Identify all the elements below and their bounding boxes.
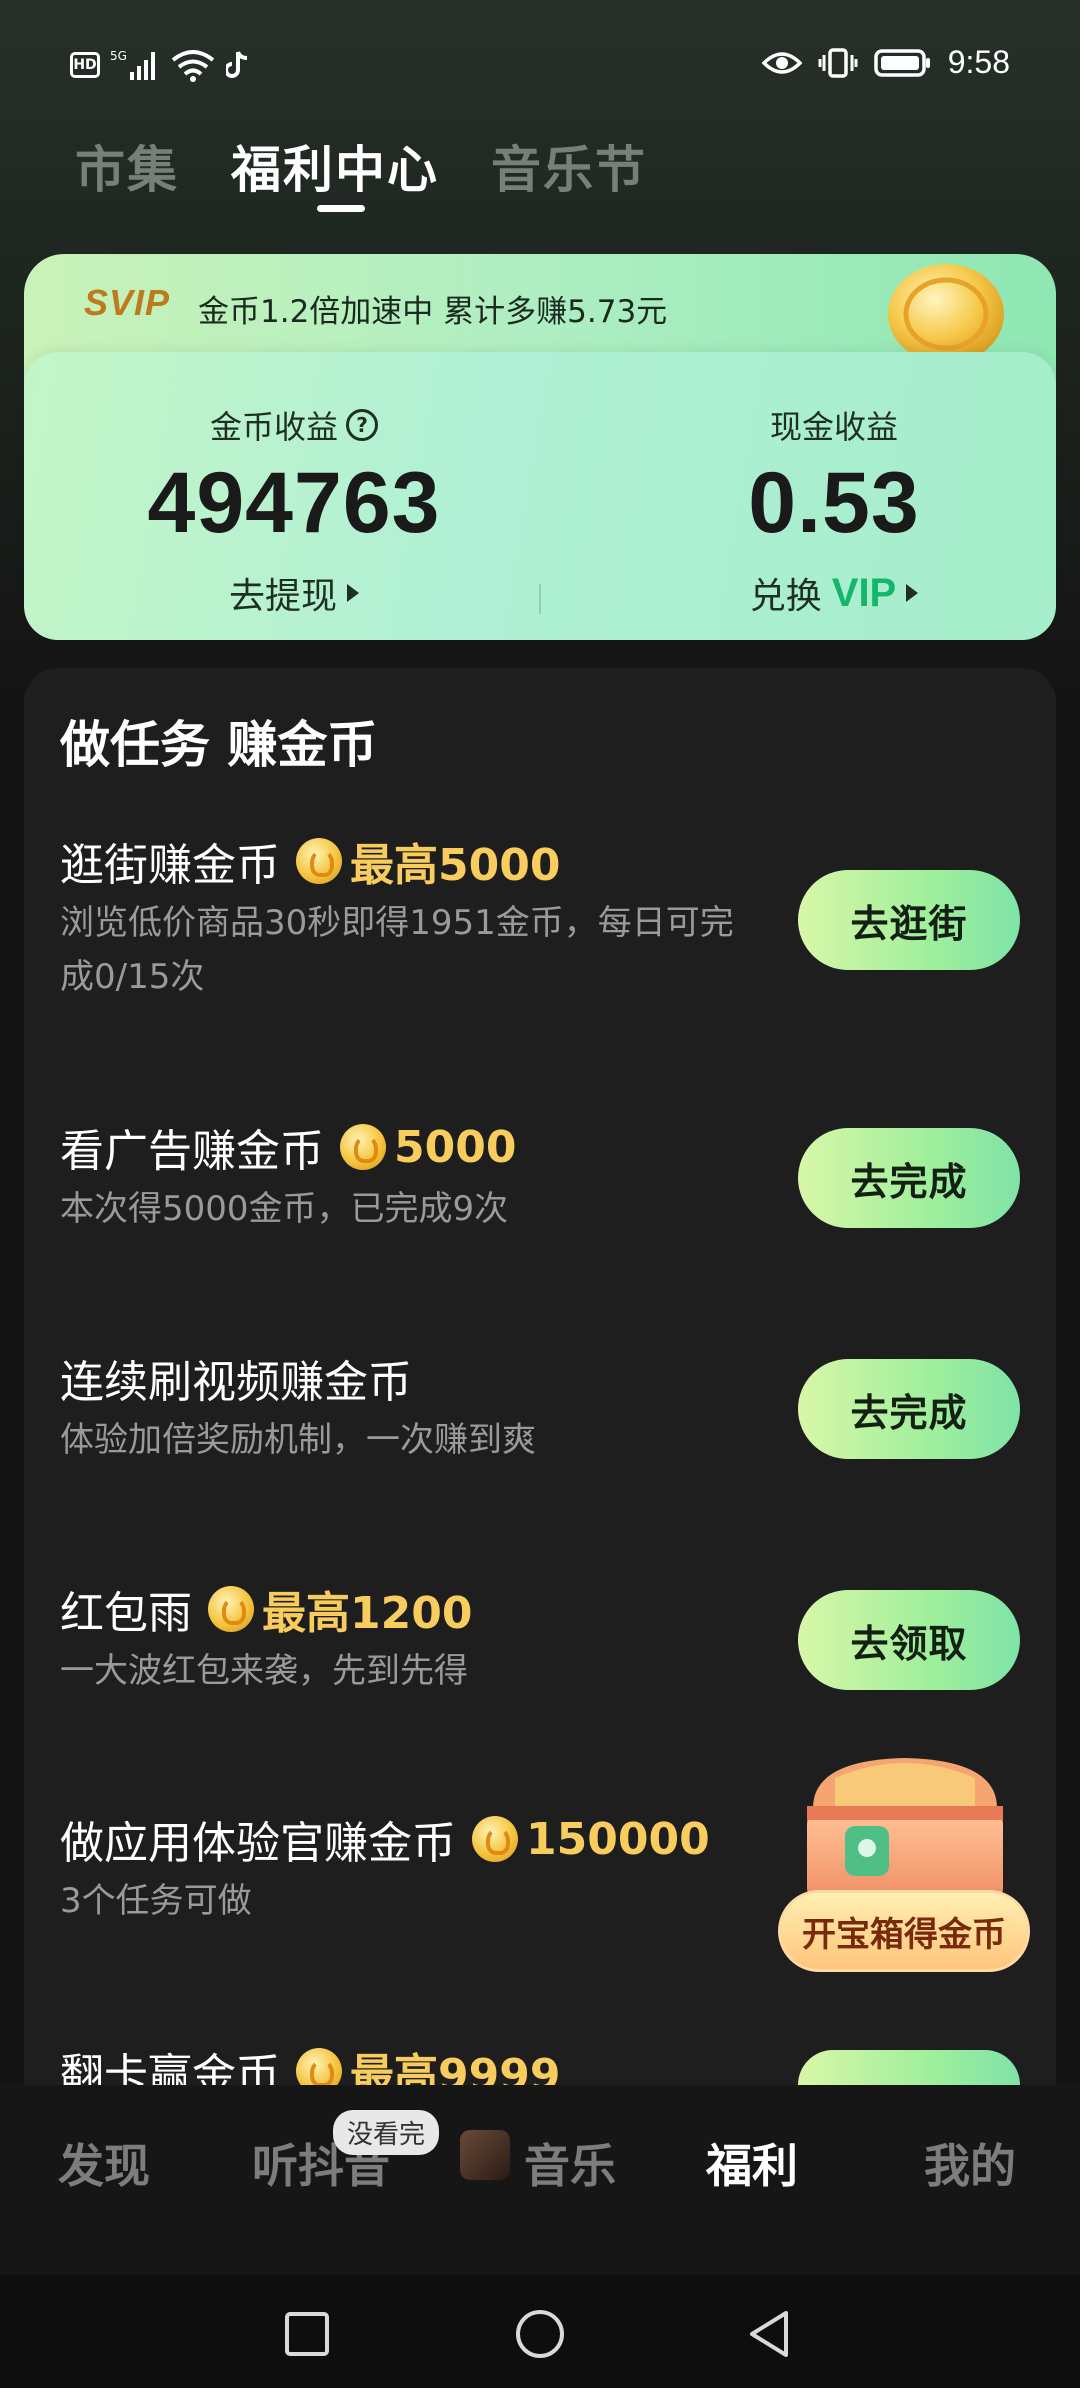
recent-apps-icon[interactable]	[284, 2311, 330, 2357]
svip-logo: SVIP	[84, 282, 171, 323]
card-divider	[539, 584, 541, 614]
treasure-chest-icon[interactable]	[785, 1748, 1025, 1908]
home-icon[interactable]	[515, 2309, 565, 2359]
top-tabs: 市集 福利中心 音乐节	[75, 130, 647, 202]
nav-discover[interactable]: 发现	[58, 2130, 150, 2196]
wifi-icon	[171, 50, 215, 82]
go-shopping-button[interactable]: 去逛街	[798, 870, 1020, 970]
complete-video-task-button[interactable]: 去完成	[798, 1359, 1020, 1459]
exchange-label: 兑换	[749, 576, 822, 617]
clock: 9:58	[947, 44, 1010, 80]
vibrate-icon	[818, 47, 858, 78]
help-icon[interactable]: ?	[346, 409, 378, 441]
cash-earnings-label: 现金收益	[769, 408, 898, 446]
coin-icon	[472, 1816, 518, 1862]
earnings-card: 金币收益 ? 494763 去提现 现金收益 0.53 兑换 VIP	[24, 352, 1056, 640]
exchange-vip-link[interactable]: 兑换 VIP	[624, 567, 1044, 619]
task-title: 红包雨	[60, 1588, 192, 1639]
coin-icon	[296, 2048, 342, 2085]
active-tab-indicator	[317, 205, 365, 212]
coin-icon	[208, 1586, 254, 1632]
chevron-right-icon	[906, 584, 919, 602]
unwatched-badge: 没看完	[333, 2110, 440, 2155]
nav-music[interactable]: 音乐	[524, 2130, 616, 2196]
withdraw-label: 去提现	[228, 576, 337, 617]
coin-icon	[296, 838, 342, 884]
coin-earnings-label: 金币收益	[209, 408, 338, 446]
flip-card-button[interactable]	[798, 2050, 1020, 2085]
task-title: 连续刷视频赚金币	[60, 1357, 412, 1408]
system-nav-bar	[0, 2275, 1080, 2388]
task-description: 3个任务可做	[60, 1881, 252, 1921]
task-reward: 最高9999	[350, 2050, 561, 2085]
task-description: 浏览低价商品30秒即得1951金币，每日可完成0/15次	[60, 903, 734, 997]
task-title: 逛街赚金币	[60, 840, 280, 891]
vip-label: VIP	[831, 570, 897, 615]
task-title: 做应用体验官赚金币	[60, 1818, 456, 1869]
complete-ad-task-button[interactable]: 去完成	[798, 1128, 1020, 1228]
open-treasure-button[interactable]: 开宝箱得金币	[778, 1890, 1030, 1972]
battery-icon	[873, 48, 930, 77]
music-avatar	[460, 2130, 510, 2180]
nav-welfare[interactable]: 福利	[706, 2130, 798, 2196]
network-label: 5G	[110, 49, 127, 63]
task-reward: 150000	[526, 1813, 710, 1865]
cash-earnings: 现金收益 0.53 兑换 VIP	[624, 402, 1044, 619]
tab-music-festival[interactable]: 音乐节	[491, 130, 647, 202]
task-reward: 最高1200	[262, 1588, 473, 1639]
tab-welfare-center[interactable]: 福利中心	[231, 130, 439, 202]
task-description: 本次得5000金币，已完成9次	[60, 1189, 509, 1229]
back-icon[interactable]	[746, 2309, 792, 2359]
cash-earnings-value: 0.53	[748, 455, 920, 551]
task-reward: 5000	[394, 1121, 517, 1173]
status-left: HD 5G	[70, 48, 250, 82]
task-title: 翻卡赢金币	[60, 2050, 280, 2085]
tab-market[interactable]: 市集	[75, 130, 179, 202]
status-bar: HD 5G 9:58	[0, 0, 1080, 130]
coin-earnings-label-row: 金币收益 ?	[104, 402, 484, 448]
task-reward: 最高5000	[350, 840, 561, 891]
cellular-signal-icon: 5G	[110, 49, 155, 80]
svip-boost-text: 金币1.2倍加速中 累计多赚5.73元	[198, 294, 668, 330]
coin-earnings: 金币收益 ? 494763 去提现	[104, 402, 484, 619]
claim-red-packet-button[interactable]: 去领取	[798, 1590, 1020, 1690]
task-description: 体验加倍奖励机制，一次赚到爽	[60, 1420, 536, 1460]
status-right: 9:58	[761, 44, 1010, 81]
withdraw-link[interactable]: 去提现	[104, 567, 484, 619]
eye-icon	[761, 51, 802, 74]
tasks-section-title: 做任务 赚金币	[60, 716, 378, 774]
nav-me[interactable]: 我的	[924, 2130, 1016, 2196]
task-description: 一大波红包来袭，先到先得	[60, 1651, 468, 1691]
tiktok-notification-icon	[226, 51, 248, 78]
chevron-right-icon	[347, 584, 359, 602]
coin-earnings-value: 494763	[147, 455, 441, 551]
hd-icon: HD	[70, 52, 100, 78]
coin-icon	[340, 1124, 386, 1170]
task-title: 看广告赚金币	[60, 1126, 324, 1177]
